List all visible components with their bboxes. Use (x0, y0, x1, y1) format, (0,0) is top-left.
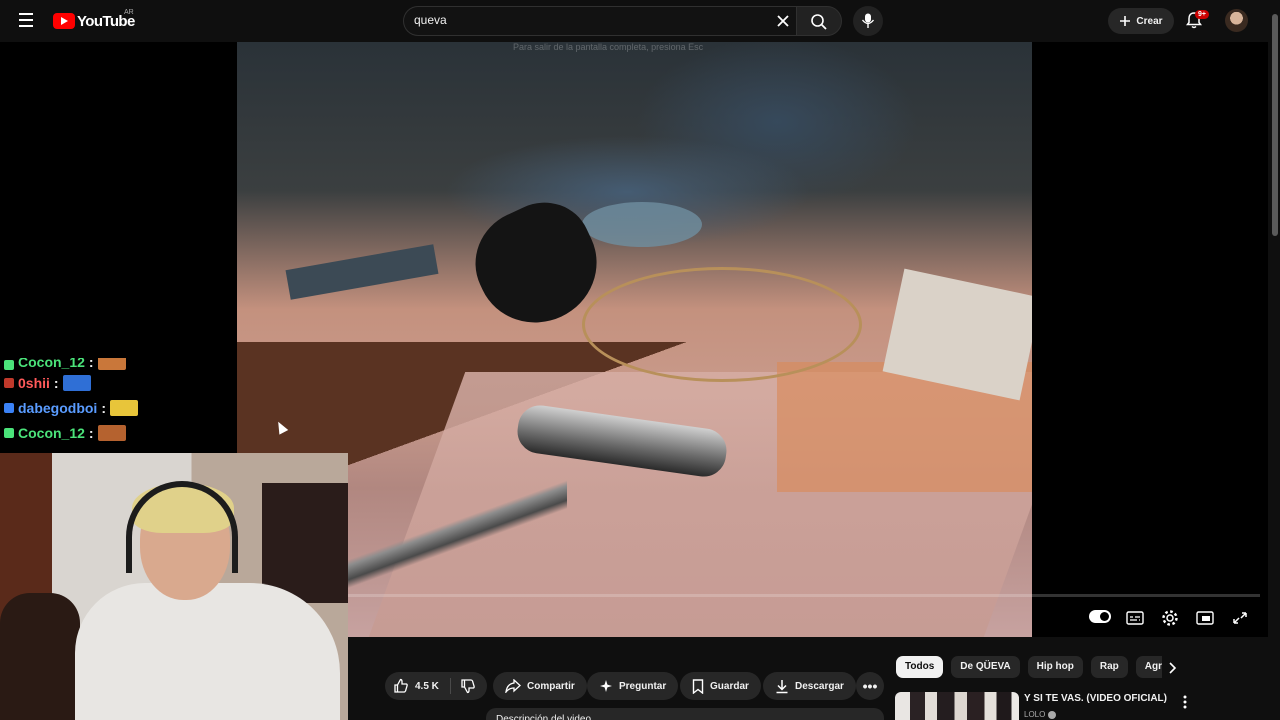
dislike-button[interactable] (453, 672, 487, 700)
recommended-video-channel[interactable]: LOLO (1024, 710, 1057, 719)
related-filter-chips: Todos De QÜEVA Hip hop Rap Agrupar (896, 656, 1162, 678)
bookmark-icon (692, 678, 704, 694)
chat-message: Cocon_12: (0, 358, 236, 370)
create-label: Crear (1136, 15, 1163, 27)
chat-username: Cocon_12 (18, 424, 85, 441)
filter-chip[interactable]: Rap (1090, 656, 1128, 678)
video-progress-bar[interactable] (348, 594, 1260, 597)
chat-message: dabegodboi: (0, 395, 236, 420)
page-scrollbar[interactable] (1270, 0, 1280, 720)
like-dislike-group: 4.5 K (385, 672, 487, 700)
video-object (285, 244, 439, 300)
download-button[interactable]: Descargar (763, 672, 856, 700)
region-label: AR (124, 9, 134, 16)
recommended-video[interactable]: Y SI TE VAS. (VIDEO OFICIAL) LOLO (895, 692, 1195, 720)
video-object (582, 267, 862, 382)
video-frame: Para salir de la pantalla completa, pres… (237, 42, 1032, 637)
channel-name: LOLO (1024, 710, 1046, 719)
chat-emote-icon (62, 374, 91, 391)
notifications-badge: 9+ (1195, 10, 1209, 19)
share-icon (505, 679, 521, 693)
download-label: Descargar (795, 680, 844, 692)
chat-badge-icon (4, 402, 14, 413)
autoplay-toggle[interactable] (1089, 610, 1111, 623)
search-button[interactable] (796, 6, 842, 36)
filter-chip[interactable]: Hip hop (1027, 656, 1083, 678)
thumbs-down-icon (461, 679, 475, 694)
sparkle-icon (600, 680, 612, 692)
chat-username: dabegodboi (18, 399, 98, 416)
account-avatar[interactable] (1225, 9, 1248, 32)
filter-chip[interactable]: Todos (896, 656, 944, 678)
recommended-video-thumbnail[interactable] (895, 692, 1019, 720)
filter-chip[interactable]: Agrupar (1135, 656, 1162, 678)
miniplayer-icon[interactable] (1194, 608, 1216, 628)
plus-icon (1120, 16, 1131, 26)
like-divider (450, 678, 451, 694)
chevron-right-icon[interactable] (1163, 659, 1181, 677)
share-button[interactable]: Compartir (493, 672, 587, 700)
clear-search-icon[interactable] (772, 10, 794, 32)
chat-message: 0shii: (0, 370, 236, 395)
chat-message: Cocon_12: (0, 420, 236, 445)
chat-emote-icon (110, 399, 138, 416)
search-input[interactable] (414, 13, 754, 27)
top-bar: YouTube AR Crear 9+ (0, 0, 1280, 42)
stream-chat-overlay: Cocon_12:0shii: dabegodboi: Cocon_12: (0, 358, 236, 445)
fullscreen-exit-icon[interactable] (1229, 608, 1251, 628)
menu-icon[interactable] (14, 9, 38, 33)
kebab-menu-icon[interactable] (1178, 694, 1192, 710)
ask-button[interactable]: Preguntar (587, 672, 679, 700)
description-box[interactable]: Descripción del video... (486, 708, 884, 720)
youtube-logo[interactable]: YouTube AR (53, 9, 135, 31)
like-button[interactable]: 4.5 K (385, 672, 449, 700)
ask-label: Preguntar (619, 680, 667, 692)
scrollbar-thumb[interactable] (1272, 14, 1278, 236)
fullscreen-esc-hint: Para salir de la pantalla completa, pres… (513, 42, 704, 52)
recommended-video-title[interactable]: Y SI TE VAS. (VIDEO OFICIAL) (1024, 693, 1167, 704)
chat-badge-icon (4, 360, 14, 370)
webcam-person (0, 593, 80, 720)
chat-emote-icon (97, 424, 126, 441)
subtitles-icon[interactable] (1124, 608, 1146, 628)
webcam-person (75, 583, 340, 720)
chat-username: 0shii (18, 374, 50, 391)
youtube-play-icon (53, 13, 75, 29)
settings-gear-icon[interactable] (1159, 608, 1181, 628)
webcam-background (262, 483, 348, 603)
save-button[interactable]: Guardar (680, 672, 761, 700)
voice-search-button[interactable] (853, 6, 883, 36)
chat-separator: : (88, 424, 94, 441)
chat-separator: : (53, 374, 59, 391)
chat-badge-icon (4, 427, 14, 438)
search-box (403, 6, 796, 36)
chat-username: Cocon_12 (18, 358, 85, 370)
chat-emote-icon (97, 358, 126, 370)
chat-badge-icon (4, 377, 14, 388)
chat-separator: : (88, 358, 94, 370)
share-label: Compartir (527, 680, 575, 692)
filter-chip[interactable]: De QÜEVA (951, 656, 1020, 678)
save-label: Guardar (710, 680, 749, 692)
search-icon (811, 14, 827, 30)
create-button[interactable]: Crear (1108, 8, 1174, 34)
verified-icon (1048, 710, 1057, 719)
streamer-webcam (0, 453, 348, 720)
video-object (582, 202, 702, 247)
chat-separator: : (101, 399, 106, 416)
download-icon (776, 679, 788, 693)
thumbs-up-icon (394, 678, 408, 693)
like-count: 4.5 K (415, 680, 439, 692)
microphone-icon (861, 13, 875, 28)
more-actions-button[interactable]: ••• (856, 672, 884, 700)
